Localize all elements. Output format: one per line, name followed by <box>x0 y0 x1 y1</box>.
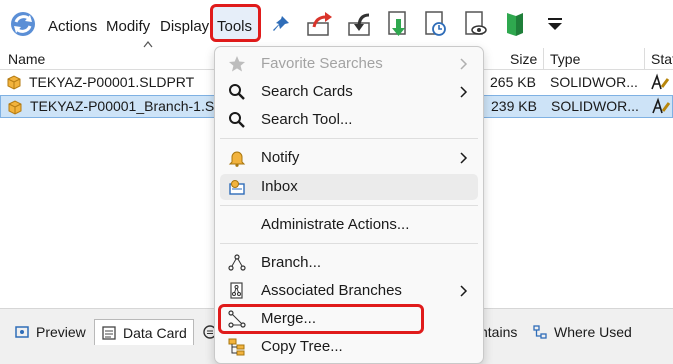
menu-item-copy-tree[interactable]: Copy Tree... <box>220 334 478 360</box>
merge-icon <box>228 310 246 328</box>
chevron-right-icon <box>460 58 468 70</box>
column-size[interactable]: Size <box>510 51 537 67</box>
column-state[interactable]: Stat <box>651 51 673 67</box>
branch-icon <box>228 254 246 272</box>
part-file-icon <box>7 75 21 90</box>
explorer-icon[interactable] <box>500 9 530 39</box>
tab-preview[interactable]: Preview <box>8 319 92 345</box>
search-icon <box>228 111 246 129</box>
tab-label: Preview <box>36 324 86 340</box>
refresh-icon[interactable] <box>8 9 38 39</box>
search-icon <box>228 83 246 101</box>
menu-item-branch[interactable]: Branch... <box>220 250 478 276</box>
menu-separator <box>220 138 478 139</box>
menu-item-search-tool[interactable]: Search Tool... <box>220 107 478 133</box>
menu-modify[interactable]: Modify <box>106 18 150 35</box>
menu-item-merge[interactable]: Merge... <box>220 306 478 332</box>
tools-dropdown-menu: Favorite Searches Search Cards Search To… <box>214 46 484 364</box>
menu-item-administrate-actions[interactable]: Administrate Actions... <box>220 212 478 238</box>
menu-item-search-cards[interactable]: Search Cards <box>220 79 478 105</box>
toolbar: Actions Modify Display Tools <box>0 0 673 48</box>
file-name: TEKYAZ-P00001.SLDPRT <box>29 74 195 90</box>
column-divider[interactable] <box>644 48 645 70</box>
where-used-tab-icon <box>532 324 548 340</box>
menu-display[interactable]: Display <box>160 18 209 35</box>
overflow-icon[interactable] <box>540 9 570 39</box>
bell-icon <box>228 149 246 167</box>
column-divider[interactable] <box>543 48 544 70</box>
file-size: 239 KB <box>491 98 537 114</box>
file-type: SOLIDWOR... <box>551 98 639 114</box>
tab-label: Data Card <box>123 324 187 341</box>
preview-tab-icon <box>14 324 30 340</box>
menu-separator <box>220 243 478 244</box>
chevron-right-icon <box>460 152 468 164</box>
get-latest-icon[interactable] <box>383 9 413 39</box>
column-type[interactable]: Type <box>550 51 580 67</box>
tab-label: Where Used <box>554 324 632 340</box>
workflow-state-icon <box>652 97 671 114</box>
preview-icon[interactable] <box>460 9 490 39</box>
file-type: SOLIDWOR... <box>550 74 638 90</box>
check-in-icon[interactable] <box>345 9 375 39</box>
tab-where-used[interactable]: Where Used <box>526 319 638 345</box>
menu-item-associated-branches[interactable]: Associated Branches <box>220 278 478 304</box>
file-size: 265 KB <box>490 74 536 90</box>
menu-separator <box>220 205 478 206</box>
data-card-tab-icon <box>101 325 117 341</box>
menu-actions[interactable]: Actions <box>48 18 97 35</box>
menu-item-notify[interactable]: Notify <box>220 145 478 171</box>
menu-tools[interactable]: Tools <box>217 18 252 35</box>
workflow-state-icon <box>651 73 670 90</box>
part-file-icon <box>8 100 22 115</box>
inbox-icon <box>228 178 246 196</box>
check-out-icon[interactable] <box>304 9 334 39</box>
tab-data-card[interactable]: Data Card <box>94 319 194 345</box>
copy-tree-icon <box>228 338 246 356</box>
tab-label: ntains <box>480 324 518 340</box>
menu-item-favorite-searches[interactable]: Favorite Searches <box>220 51 478 77</box>
file-name: TEKYAZ-P00001_Branch-1.Sl <box>30 98 218 114</box>
chevron-right-icon <box>460 86 468 98</box>
menu-item-inbox[interactable]: Inbox <box>220 174 478 200</box>
column-name[interactable]: Name <box>8 51 45 67</box>
get-version-icon[interactable] <box>420 9 450 39</box>
star-icon <box>228 55 246 73</box>
sort-ascending-icon <box>143 41 153 48</box>
chevron-right-icon <box>460 285 468 297</box>
associated-branches-icon <box>228 282 246 300</box>
pin-icon[interactable] <box>266 9 296 39</box>
